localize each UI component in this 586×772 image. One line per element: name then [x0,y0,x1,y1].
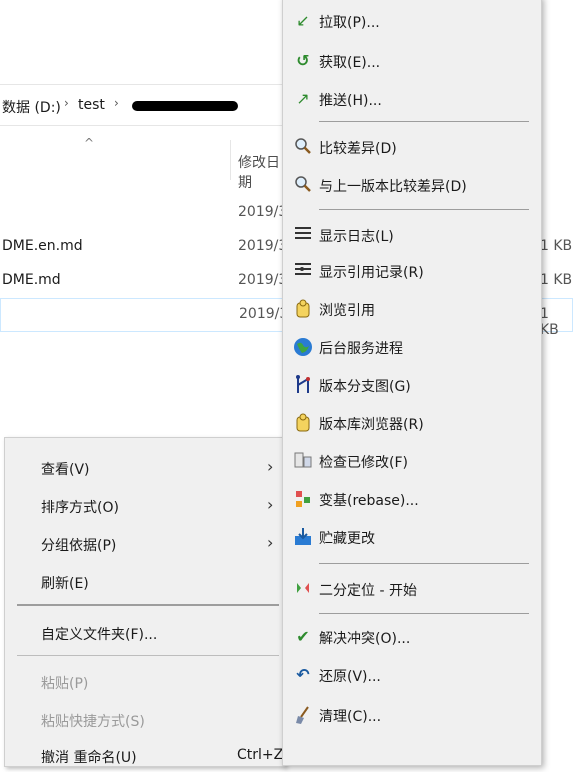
file-name: DME.en.md [2,238,83,254]
menu-separator [319,209,529,210]
menu-item-undo-rename[interactable]: 撤消 重命名(U) Ctrl+Z [5,738,285,772]
file-size: 1 KB [540,306,559,338]
menu-separator [319,563,529,564]
menu-item-label: 清理(C)... [319,709,382,725]
menu-separator [319,613,529,614]
menu-item-sort-by[interactable]: 排序方式(O) › [5,488,285,522]
tortoisegit-submenu: ↙ 拉取(P)... ↺ 获取(E)... ↗ 推送(H)... 比较差异(D)… [282,0,542,766]
menu-item-customize-folder[interactable]: 自定义文件夹(F)... [5,615,285,649]
repo-browser-icon [293,413,313,433]
log-list-icon [293,225,313,245]
revision-graph-icon [293,375,313,395]
chevron-right-icon: › [267,457,274,476]
menu-item-label: 比较差异(D) [319,141,397,157]
menu-item-label: 查看(V) [41,462,90,478]
menu-separator [319,121,529,122]
chevron-right-icon: › [267,533,274,552]
undo-icon: ↶ [296,665,310,684]
reflog-list-icon [293,261,313,281]
menu-item-group-by[interactable]: 分组依据(P) › [5,526,285,560]
chevron-right-icon[interactable]: › [114,96,119,110]
menu-item-stash[interactable]: 贮藏更改 [283,519,541,555]
menu-item-label: 还原(V)... [319,669,381,685]
menu-item-shortcut: Ctrl+Z [237,747,284,763]
magnifier-icon [293,137,313,157]
menu-item-daemon[interactable]: 后台服务进程 [283,329,541,365]
menu-item-label: 与上一版本比较差异(D) [319,179,467,195]
menu-item-view[interactable]: 查看(V) › [5,450,285,484]
menu-item-browse-refs[interactable]: 浏览引用 [283,291,541,327]
globe-icon [293,337,313,357]
menu-item-label: 自定义文件夹(F)... [41,627,158,643]
browse-refs-icon [293,299,313,319]
menu-item-label: 排序方式(O) [41,500,119,516]
menu-item-show-log[interactable]: 显示日志(L) [283,217,541,253]
chevron-right-icon: › [267,495,274,514]
menu-item-revert[interactable]: ↶ 还原(V)... [283,657,541,693]
menu-item-label: 检查已修改(F) [319,455,408,471]
menu-item-diff[interactable]: 比较差异(D) [283,129,541,165]
menu-item-rebase[interactable]: 变基(rebase)... [283,481,541,517]
sort-up-icon: ^ [84,136,95,150]
menu-item-label: 刷新(E) [41,576,89,592]
menu-item-label: 拉取(P)... [319,15,380,31]
menu-item-resolve[interactable]: ✔ 解决冲突(O)... [283,619,541,655]
menu-item-cleanup[interactable]: 清理(C)... [283,697,541,733]
menu-item-bisect-start[interactable]: 二分定位 - 开始 [283,571,541,607]
menu-item-label: 变基(rebase)... [319,493,419,509]
menu-item-refresh[interactable]: 刷新(E) [5,564,285,598]
chevron-right-icon[interactable]: › [64,96,69,110]
menu-item-diff-previous[interactable]: 与上一版本比较差异(D) [283,167,541,203]
menu-item-fetch[interactable]: ↺ 获取(E)... [283,43,541,79]
resolve-icon: ✔ [296,627,310,646]
redacted-path-segment [132,101,238,111]
menu-item-label: 二分定位 - 开始 [319,583,417,599]
menu-item-label: 浏览引用 [319,303,375,319]
menu-item-revision-graph[interactable]: 版本分支图(G) [283,367,541,403]
file-name: DME.md [2,272,61,288]
check-modifications-icon [293,451,313,471]
menu-item-label: 解决冲突(O)... [319,631,411,647]
menu-item-label: 粘贴(P) [41,676,89,692]
menu-separator [17,604,279,606]
context-menu: 查看(V) › 排序方式(O) › 分组依据(P) › 刷新(E) 自定义文件夹… [4,437,286,767]
breadcrumb-folder[interactable]: test [78,97,105,113]
breadcrumb-drive[interactable]: 数据 (D:) [2,97,61,117]
rebase-icon [293,489,313,509]
menu-item-label: 贮藏更改 [319,531,375,547]
pull-icon: ↙ [296,11,310,30]
menu-item-label: 后台服务进程 [319,341,403,357]
menu-item-label: 推送(H)... [319,93,382,109]
push-icon: ↗ [296,89,310,108]
fetch-icon: ↺ [296,51,310,70]
magnifier-icon [293,175,313,195]
menu-item-label: 显示引用记录(R) [319,265,424,281]
menu-separator [17,655,279,656]
menu-item-label: 显示日志(L) [319,229,394,245]
menu-item-label: 版本分支图(G) [319,379,411,395]
file-size: 1 KB [540,272,573,288]
menu-item-check-modifications[interactable]: 检查已修改(F) [283,443,541,479]
broom-icon [293,705,313,725]
menu-item-label: 版本库浏览器(R) [319,417,424,433]
menu-item-pull[interactable]: ↙ 拉取(P)... [283,3,541,39]
menu-item-label: 获取(E)... [319,55,381,71]
menu-item-label: 撤消 重命名(U) [41,750,137,766]
file-size: 1 KB [540,238,573,254]
menu-item-label: 粘贴快捷方式(S) [41,714,145,730]
menu-item-paste[interactable]: 粘贴(P) [5,664,285,698]
menu-item-paste-shortcut[interactable]: 粘贴快捷方式(S) [5,702,285,736]
menu-item-push[interactable]: ↗ 推送(H)... [283,81,541,117]
stash-icon [293,527,313,547]
menu-item-show-reflog[interactable]: 显示引用记录(R) [283,253,541,289]
menu-item-label: 分组依据(P) [41,538,117,554]
menu-item-repo-browser[interactable]: 版本库浏览器(R) [283,405,541,441]
bisect-icon [293,579,313,599]
